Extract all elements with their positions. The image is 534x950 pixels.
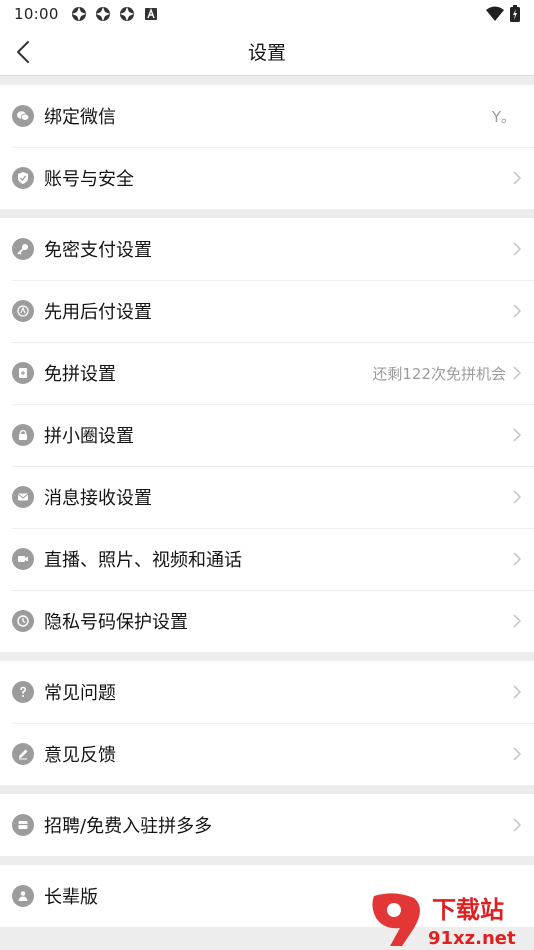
settings-item-password-free-pay[interactable]: 免密支付设置 bbox=[0, 218, 534, 280]
camera-icon bbox=[12, 548, 34, 570]
settings-item-notifications[interactable]: 消息接收设置 bbox=[0, 466, 534, 528]
wifi-icon bbox=[486, 6, 504, 21]
settings-group: 免密支付设置 先用后付设置 免拼设置 还剩122次免拼机会 拼小圈设置 消息接收… bbox=[0, 218, 534, 652]
chevron-left-icon[interactable] bbox=[14, 40, 34, 64]
settings-item-circle[interactable]: 拼小圈设置 bbox=[0, 404, 534, 466]
page-title: 设置 bbox=[247, 42, 286, 64]
key-icon bbox=[12, 238, 34, 260]
store-icon bbox=[12, 814, 34, 836]
chevron-right-icon bbox=[513, 242, 522, 256]
settings-item-feedback[interactable]: 意见反馈 bbox=[0, 723, 534, 785]
settings-item-pay-later[interactable]: 先用后付设置 bbox=[0, 280, 534, 342]
settings-item-label: 直播、照片、视频和通话 bbox=[44, 550, 242, 571]
phone-icon bbox=[12, 610, 34, 632]
coupon-icon bbox=[12, 362, 34, 384]
settings-item-label: 隐私号码保护设置 bbox=[44, 612, 188, 633]
settings-item-label: 意见反馈 bbox=[44, 745, 116, 766]
chevron-right-icon bbox=[513, 614, 522, 628]
chevron-right-icon bbox=[513, 366, 522, 380]
settings-group: 绑定微信 Y。 账号与安全 bbox=[0, 85, 534, 209]
settings-item-label: 免密支付设置 bbox=[44, 240, 152, 261]
settings-item-bind-wechat[interactable]: 绑定微信 Y。 bbox=[0, 85, 534, 147]
app-icon bbox=[119, 7, 134, 21]
settings-group: 招聘/免费入驻拼多多 bbox=[0, 794, 534, 856]
nav-bar: 设置 bbox=[0, 28, 534, 76]
settings-item-label: 拼小圈设置 bbox=[44, 426, 134, 447]
app-icon bbox=[95, 7, 110, 21]
shield-icon bbox=[12, 167, 34, 189]
site-watermark-logo: 下载站 91xz.net bbox=[372, 893, 516, 949]
settings-item-label: 常见问题 bbox=[44, 683, 116, 704]
settings-item-value: 还剩122次免拼机会 bbox=[372, 364, 506, 383]
settings-item-label: 免拼设置 bbox=[44, 364, 116, 385]
settings-item-faq[interactable]: 常见问题 bbox=[0, 661, 534, 723]
pencil-icon bbox=[12, 743, 34, 765]
settings-item-label: 招聘/免费入驻拼多多 bbox=[44, 816, 213, 837]
settings-item-label: 先用后付设置 bbox=[44, 302, 152, 323]
question-icon bbox=[12, 681, 34, 703]
settings-item-media-calls[interactable]: 直播、照片、视频和通话 bbox=[0, 528, 534, 590]
status-bar: 10:00 bbox=[0, 0, 534, 28]
chevron-right-icon bbox=[513, 171, 522, 185]
chevron-right-icon bbox=[513, 490, 522, 504]
chevron-right-icon bbox=[513, 304, 522, 318]
settings-group: 常见问题 意见反馈 bbox=[0, 661, 534, 785]
mail-icon bbox=[12, 486, 34, 508]
chevron-right-icon bbox=[513, 747, 522, 761]
badge-icon bbox=[12, 300, 34, 322]
wechat-icon bbox=[12, 105, 34, 127]
lock-icon bbox=[12, 424, 34, 446]
settings-item-account-security[interactable]: 账号与安全 bbox=[0, 147, 534, 209]
settings-item-free-group[interactable]: 免拼设置 还剩122次免拼机会 bbox=[0, 342, 534, 404]
watermark-domain: 91xz.net bbox=[428, 928, 516, 949]
app-icon bbox=[71, 7, 86, 21]
a-icon bbox=[144, 8, 157, 20]
settings-item-label: 消息接收设置 bbox=[44, 488, 152, 509]
chevron-right-icon bbox=[513, 685, 522, 699]
settings-item-recruit[interactable]: 招聘/免费入驻拼多多 bbox=[0, 794, 534, 856]
chevron-right-icon bbox=[513, 818, 522, 832]
settings-item-label: 账号与安全 bbox=[44, 169, 134, 190]
settings-item-value: Y。 bbox=[491, 107, 516, 126]
settings-item-label: 绑定微信 bbox=[44, 107, 116, 128]
chevron-right-icon bbox=[513, 428, 522, 442]
elder-icon bbox=[12, 885, 34, 907]
chevron-right-icon bbox=[513, 552, 522, 566]
battery-icon bbox=[510, 5, 520, 22]
status-time: 10:00 bbox=[14, 5, 59, 23]
watermark-text: 下载站 bbox=[432, 896, 504, 924]
settings-item-privacy-number[interactable]: 隐私号码保护设置 bbox=[0, 590, 534, 652]
